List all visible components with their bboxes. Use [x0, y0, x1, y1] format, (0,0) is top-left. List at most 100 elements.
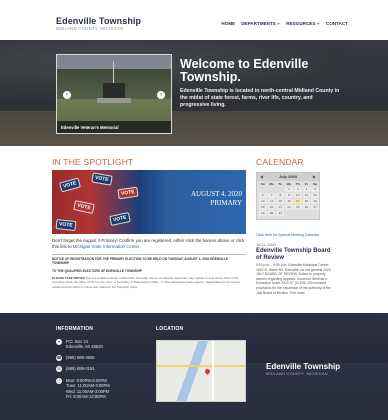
nav-item-departments[interactable]: DEPARTMENTS ▼ — [241, 21, 280, 26]
nav-label-departments: DEPARTMENTS — [241, 21, 276, 26]
footer-address: ⌖ P.O. Box 24 Edenville, MI 48620 — [56, 339, 103, 350]
chevron-down-icon: ▼ — [276, 21, 281, 26]
site-header: Edenville Township MIDLAND COUNTY, MICHI… — [0, 0, 388, 40]
hours-line: Fri: 9:00AM-12:00PM — [66, 394, 106, 400]
hero-description: Edenville Township is located in north-c… — [180, 88, 340, 108]
nav-label-home: HOME — [221, 21, 236, 26]
banner-date: AUGUST 4, 2020 PRIMARY — [172, 190, 242, 208]
nav-label-resources: RESOURCES — [286, 21, 316, 26]
vote-sticker: VOTE — [117, 186, 139, 200]
footer-phone: ☎ (989) 689-3655 — [56, 355, 95, 361]
map-road — [157, 365, 245, 367]
calendar-empty-cell — [268, 187, 276, 192]
notice-body-lead: PLEASE TAKE NOTICE — [52, 276, 85, 280]
calendar-day-of-week: Mo — [269, 182, 274, 186]
vote-sticker: VOTE — [109, 212, 131, 226]
site-logo-title[interactable]: Edenville Township — [56, 16, 141, 26]
event-body: 9:00 p.m. - 9:00 p.m. Edenville Municipa… — [256, 263, 332, 295]
vote-stickers-image: VOTE VOTE VOTE VOTE VOTE VOTE — [52, 170, 162, 234]
hours-text: Mon: 8:00PM-8:00PM Tues: 11:00AM-3:00PM … — [66, 378, 110, 400]
calendar-day[interactable]: 27 — [311, 205, 319, 210]
calendar-day[interactable]: 24 — [285, 205, 293, 210]
calendar-day[interactable]: 13 — [259, 199, 267, 204]
site-logo-subtitle: MIDLAND COUNTY, MICHIGAN — [56, 26, 124, 31]
event-title[interactable]: Edenville Township Board of Review — [256, 248, 336, 262]
nav-label-contact: CONTACT — [325, 21, 348, 26]
phone-text[interactable]: (989) 689-3655 — [66, 355, 95, 360]
chevron-left-icon[interactable]: ‹ — [63, 91, 71, 99]
footer-info-heading: INFORMATION — [56, 326, 94, 332]
calendar-day[interactable]: 12 — [311, 193, 319, 198]
spotlight-heading: IN THE SPOTLIGHT — [52, 157, 134, 167]
phone-icon: ☎ — [56, 355, 62, 361]
chevron-right-icon[interactable]: ▶ — [313, 174, 316, 179]
calendar-empty-cell — [259, 187, 267, 192]
calendar-day[interactable]: 17 — [293, 199, 302, 204]
memorial-monument — [103, 83, 125, 99]
calendar-day[interactable]: 5 — [311, 187, 319, 192]
calendar-day[interactable]: 14 — [267, 199, 276, 204]
calendar-day[interactable]: 6 — [259, 193, 267, 198]
hero-image-slider[interactable]: ‹ › Edenville Veteran's Memorial — [56, 54, 172, 134]
chevron-down-icon: ▼ — [316, 21, 320, 26]
calendar-day-of-week: Su — [260, 182, 265, 186]
primary-election-banner[interactable]: VOTE VOTE VOTE VOTE VOTE VOTE AUGUST 4, … — [52, 170, 246, 234]
address-line2: Edenville, MI 48620 — [66, 344, 103, 350]
calendar-day[interactable]: 11 — [302, 193, 311, 198]
calendar-day[interactable]: 29 — [259, 211, 267, 216]
footer-logo-subtitle: MIDLAND COUNTY, MICHIGAN — [266, 372, 328, 376]
calendar-widget: ◀ July 2020 ▶ SuMoTuWeThFrSa123456789101… — [256, 172, 320, 220]
calendar-day-of-week: We — [286, 182, 292, 186]
calendar-day[interactable]: 20 — [259, 205, 267, 210]
calendar-day[interactable]: 7 — [267, 193, 276, 198]
calendar-day[interactable]: 16 — [285, 199, 293, 204]
calendar-day-of-week: Sa — [313, 182, 317, 186]
divider — [52, 254, 246, 255]
vote-sticker: VOTE — [73, 200, 95, 214]
calendar-day[interactable]: 1 — [285, 187, 293, 192]
calendar-month: July 2020 — [278, 174, 297, 179]
main-nav: HOME DEPARTMENTS ▼ RESOURCES ▼ CONTACT — [221, 21, 348, 26]
voter-info-link[interactable]: Michigan Voter Information Center — [73, 244, 140, 249]
location-map[interactable] — [156, 340, 246, 402]
vote-sticker: VOTE — [91, 172, 113, 186]
nav-item-resources[interactable]: RESOURCES ▼ — [286, 21, 320, 26]
special-meeting-calendar-link[interactable]: Click here for Special Meeting Calendar — [256, 233, 319, 237]
fax-icon: ✉ — [56, 366, 62, 372]
nav-item-home[interactable]: HOME — [221, 21, 235, 26]
chevron-right-icon[interactable]: › — [157, 91, 165, 99]
calendar-day[interactable]: 4 — [302, 187, 311, 192]
fax-text: (989) 689-0151 — [66, 366, 95, 371]
location-pin-icon: ⌖ — [56, 339, 62, 345]
vote-sticker: VOTE — [55, 219, 77, 231]
slide-caption: Edenville Veteran's Memorial — [61, 125, 119, 130]
notice-subtitle: TO THE QUALIFIED ELECTORS OF EDENVILLE T… — [52, 269, 142, 273]
calendar-empty-cell — [276, 187, 284, 192]
calendar-day[interactable]: 18 — [302, 199, 311, 204]
map-river — [175, 341, 209, 401]
vote-sticker: VOTE — [59, 177, 81, 193]
calendar-day[interactable]: 25 — [293, 205, 302, 210]
footer-hours: ◷ Mon: 8:00PM-8:00PM Tues: 11:00AM-3:00P… — [56, 378, 110, 400]
calendar-day[interactable]: 8 — [276, 193, 285, 198]
calendar-day[interactable]: 30 — [267, 211, 276, 216]
event-date: Jul 21, 2020 — [256, 243, 276, 247]
calendar-day[interactable]: 10 — [293, 193, 302, 198]
footer-logo-title: Edenville Township — [266, 362, 341, 371]
calendar-day[interactable]: 31 — [276, 211, 285, 216]
hero-banner: ‹ › Edenville Veteran's Memorial Welcome… — [0, 40, 388, 146]
footer-fax: ✉ (989) 689-0151 — [56, 366, 95, 372]
calendar-day[interactable]: 26 — [302, 205, 311, 210]
calendar-day-of-week: Fr — [304, 182, 308, 186]
nav-item-contact[interactable]: CONTACT — [326, 21, 348, 26]
calendar-grid: SuMoTuWeThFrSa12345678910111213141516171… — [259, 182, 319, 216]
calendar-day[interactable]: 22 — [267, 205, 276, 210]
calendar-day[interactable]: 3 — [293, 187, 302, 192]
calendar-day[interactable]: 9 — [285, 193, 293, 198]
calendar-day[interactable]: 19 — [311, 199, 319, 204]
map-pin-icon — [203, 367, 212, 376]
notice-title: NOTICE OF REGISTRATION FOR THE PRIMARY E… — [52, 257, 229, 266]
hero-title: Welcome to Edenville Township. — [180, 57, 309, 84]
calendar-day[interactable]: 15 — [276, 199, 285, 204]
calendar-day[interactable]: 23 — [276, 205, 285, 210]
